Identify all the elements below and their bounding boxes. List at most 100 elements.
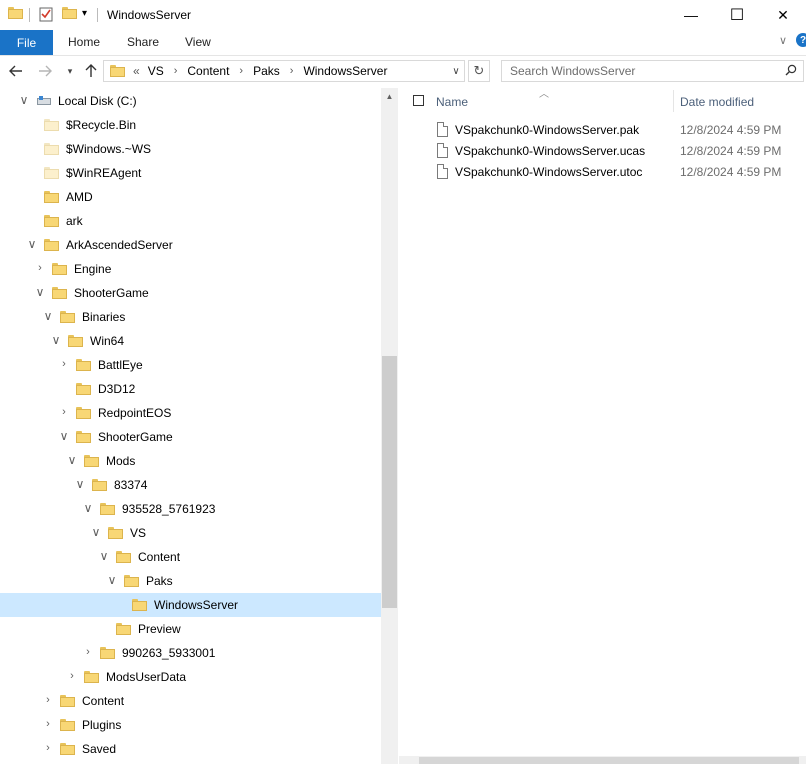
chevron-down-icon[interactable]: ∨ xyxy=(98,549,110,563)
tab-share[interactable]: Share xyxy=(127,35,159,49)
tree-item-label: Engine xyxy=(74,262,112,276)
breadcrumb-vs[interactable]: VS xyxy=(148,64,164,78)
file-row[interactable]: VSpakchunk0-WindowsServer.pak 12/8/2024 4… xyxy=(399,119,806,141)
tree-item[interactable]: $Recycle.Bin xyxy=(0,113,381,137)
tree-item[interactable]: $Windows.~WS xyxy=(0,137,381,161)
tree-item-label: AMD xyxy=(66,190,93,204)
chevron-down-icon[interactable]: ∨ xyxy=(106,573,118,587)
breadcrumb-separator-icon[interactable]: › xyxy=(239,65,243,77)
chevron-down-icon[interactable]: ∨ xyxy=(82,501,94,515)
breadcrumb-separator-icon[interactable]: › xyxy=(290,65,294,77)
up-button[interactable] xyxy=(81,61,101,81)
column-divider[interactable] xyxy=(673,90,674,112)
customize-qat-icon[interactable]: ▾ xyxy=(82,8,87,19)
tree-item[interactable]: › Saved xyxy=(0,737,381,761)
breadcrumb-separator-icon[interactable]: › xyxy=(174,65,178,77)
folder-icon xyxy=(52,287,67,299)
tab-file[interactable]: File xyxy=(0,30,53,55)
chevron-right-icon[interactable]: › xyxy=(58,357,70,371)
refresh-button[interactable]: ↻ xyxy=(468,60,490,82)
chevron-down-icon[interactable]: ∨ xyxy=(18,93,30,107)
folder-icon xyxy=(60,719,75,731)
horizontal-scrollbar-thumb[interactable] xyxy=(419,757,799,764)
folder-icon xyxy=(132,599,147,611)
chevron-down-icon[interactable]: ∨ xyxy=(90,525,102,539)
breadcrumb-overflow-icon[interactable]: « xyxy=(133,64,140,78)
scrollbar-thumb[interactable] xyxy=(382,356,397,608)
tree-item[interactable]: ∨ VS xyxy=(0,521,381,545)
tree-item[interactable]: › RedpointEOS xyxy=(0,401,381,425)
tree-item[interactable]: ark xyxy=(0,209,381,233)
address-bar[interactable]: « VS › Content › Paks › WindowsServer xyxy=(103,60,465,82)
address-dropdown-icon[interactable]: ∨ xyxy=(445,60,467,82)
recent-locations-icon[interactable]: ▾ xyxy=(60,61,80,81)
navigation-pane-scrollbar[interactable]: ▲ xyxy=(381,88,398,764)
scroll-up-icon[interactable]: ▲ xyxy=(381,88,398,105)
chevron-right-icon[interactable]: › xyxy=(82,645,94,659)
tree-item[interactable]: ∨ Mods xyxy=(0,449,381,473)
chevron-right-icon[interactable]: › xyxy=(42,693,54,707)
select-all-checkbox[interactable] xyxy=(413,95,424,106)
tree-item[interactable]: › 990263_5933001 xyxy=(0,641,381,665)
tree-item[interactable]: ∨ 83374 xyxy=(0,473,381,497)
tree-item[interactable]: ∨ ShooterGame xyxy=(0,281,381,305)
maximize-button[interactable]: ☐ xyxy=(714,0,760,30)
tree-item[interactable]: › Plugins xyxy=(0,713,381,737)
forward-button[interactable] xyxy=(35,61,55,81)
chevron-right-icon[interactable]: › xyxy=(58,405,70,419)
file-row[interactable]: VSpakchunk0-WindowsServer.utoc 12/8/2024 … xyxy=(399,161,806,183)
tree-item-label: Content xyxy=(138,550,181,564)
new-folder-icon[interactable] xyxy=(62,7,77,19)
chevron-down-icon[interactable]: ∨ xyxy=(50,333,62,347)
search-input[interactable] xyxy=(502,61,780,81)
tree-item[interactable]: ∨ ArkAscendedServer xyxy=(0,233,381,257)
tree-item[interactable]: ∨ Content xyxy=(0,545,381,569)
tree-item[interactable]: $WinREAgent xyxy=(0,161,381,185)
help-icon[interactable]: ? xyxy=(796,33,806,47)
tree-item[interactable]: ∨ Paks xyxy=(0,569,381,593)
tree-item[interactable]: › Content xyxy=(0,689,381,713)
chevron-right-icon[interactable]: › xyxy=(34,261,46,275)
tree-item[interactable]: AMD xyxy=(0,185,381,209)
tree-item[interactable]: ∨ Win64 xyxy=(0,329,381,353)
tab-view[interactable]: View xyxy=(185,35,211,49)
tree-item[interactable]: ∨ Binaries xyxy=(0,305,381,329)
file-date-modified: 12/8/2024 4:59 PM xyxy=(680,144,782,158)
breadcrumb-paks[interactable]: Paks xyxy=(253,64,280,78)
chevron-right-icon[interactable]: › xyxy=(66,669,78,683)
folder-icon xyxy=(44,167,59,179)
tree-item[interactable]: › Engine xyxy=(0,257,381,281)
breadcrumb-windowsserver[interactable]: WindowsServer xyxy=(303,64,387,78)
tree-item[interactable]: Preview xyxy=(0,617,381,641)
file-row[interactable]: VSpakchunk0-WindowsServer.ucas 12/8/2024 … xyxy=(399,140,806,162)
tree-item[interactable]: D3D12 xyxy=(0,377,381,401)
chevron-down-icon[interactable]: ∨ xyxy=(42,309,54,323)
tree-item[interactable]: › ModsUserData xyxy=(0,665,381,689)
tree-item-label: WindowsServer xyxy=(154,598,239,612)
chevron-down-icon[interactable]: ∨ xyxy=(26,237,38,251)
tree-item[interactable]: ∨ Local Disk (C:) xyxy=(0,89,381,113)
expand-ribbon-icon[interactable]: ∨ xyxy=(779,34,787,47)
back-button[interactable] xyxy=(6,61,26,81)
tree-item[interactable]: › BattlEye xyxy=(0,353,381,377)
search-icon[interactable] xyxy=(785,64,797,79)
chevron-down-icon[interactable]: ∨ xyxy=(74,477,86,491)
chevron-right-icon[interactable]: › xyxy=(42,741,54,755)
horizontal-scrollbar[interactable] xyxy=(399,756,806,764)
column-header-name[interactable]: Name xyxy=(436,95,468,121)
folder-icon xyxy=(44,191,59,203)
close-button[interactable]: ✕ xyxy=(760,0,806,30)
chevron-down-icon[interactable]: ∨ xyxy=(34,285,46,299)
chevron-right-icon[interactable]: › xyxy=(42,717,54,731)
chevron-down-icon[interactable]: ∨ xyxy=(66,453,78,467)
breadcrumb-content[interactable]: Content xyxy=(187,64,229,78)
minimize-button[interactable]: — xyxy=(668,0,714,30)
column-header-date-modified[interactable]: Date modified xyxy=(680,95,754,121)
tree-item[interactable]: ∨ 935528_5761923 xyxy=(0,497,381,521)
properties-icon[interactable] xyxy=(39,6,53,22)
chevron-down-icon[interactable]: ∨ xyxy=(58,429,70,443)
tree-item[interactable]: WindowsServer xyxy=(0,593,381,617)
folder-icon xyxy=(84,455,99,467)
tree-item[interactable]: ∨ ShooterGame xyxy=(0,425,381,449)
tab-home[interactable]: Home xyxy=(68,35,100,49)
